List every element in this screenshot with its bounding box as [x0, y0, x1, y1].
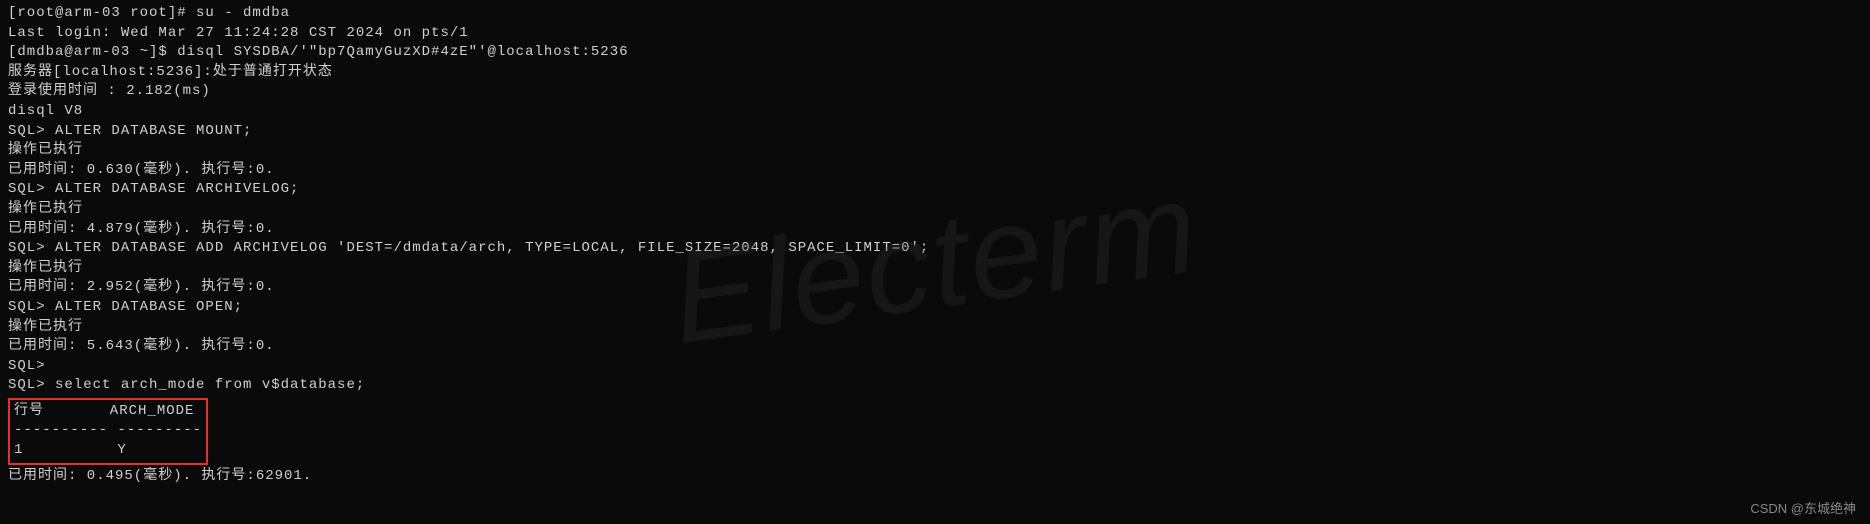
- terminal-line: 已用时间: 4.879(毫秒). 执行号:0.: [8, 220, 1862, 240]
- terminal-line: 服务器[localhost:5236]:处于普通打开状态: [8, 63, 1862, 83]
- terminal-line: 操作已执行: [8, 318, 1862, 338]
- terminal-line: [root@arm-03 root]# su - dmdba: [8, 4, 1862, 24]
- terminal-line: SQL> ALTER DATABASE ARCHIVELOG;: [8, 180, 1862, 200]
- terminal-line: SQL> ALTER DATABASE OPEN;: [8, 298, 1862, 318]
- terminal-line: 已用时间: 2.952(毫秒). 执行号:0.: [8, 278, 1862, 298]
- result-highlight-box: 行号 ARCH_MODE ---------- --------- 1 Y: [8, 398, 208, 465]
- terminal-line: 登录使用时间 : 2.182(ms): [8, 82, 1862, 102]
- terminal-output[interactable]: [root@arm-03 root]# su - dmdba Last logi…: [8, 4, 1862, 486]
- attribution-text: CSDN @东城绝神: [1750, 500, 1856, 518]
- terminal-line: 操作已执行: [8, 200, 1862, 220]
- terminal-line: Last login: Wed Mar 27 11:24:28 CST 2024…: [8, 24, 1862, 44]
- terminal-line: [dmdba@arm-03 ~]$ disql SYSDBA/'"bp7Qamy…: [8, 43, 1862, 63]
- terminal-line: SQL>: [8, 357, 1862, 377]
- result-divider: ---------- ---------: [14, 421, 202, 441]
- terminal-line: 已用时间: 5.643(毫秒). 执行号:0.: [8, 337, 1862, 357]
- terminal-line: SQL> select arch_mode from v$database;: [8, 376, 1862, 396]
- terminal-line: 操作已执行: [8, 259, 1862, 279]
- terminal-line: SQL> ALTER DATABASE MOUNT;: [8, 122, 1862, 142]
- terminal-line: 已用时间: 0.630(毫秒). 执行号:0.: [8, 161, 1862, 181]
- result-row: 1 Y: [14, 441, 202, 461]
- result-header: 行号 ARCH_MODE: [14, 402, 202, 422]
- terminal-line: 已用时间: 0.495(毫秒). 执行号:62901.: [8, 467, 1862, 487]
- terminal-line: SQL> ALTER DATABASE ADD ARCHIVELOG 'DEST…: [8, 239, 1862, 259]
- terminal-line: 操作已执行: [8, 141, 1862, 161]
- terminal-line: disql V8: [8, 102, 1862, 122]
